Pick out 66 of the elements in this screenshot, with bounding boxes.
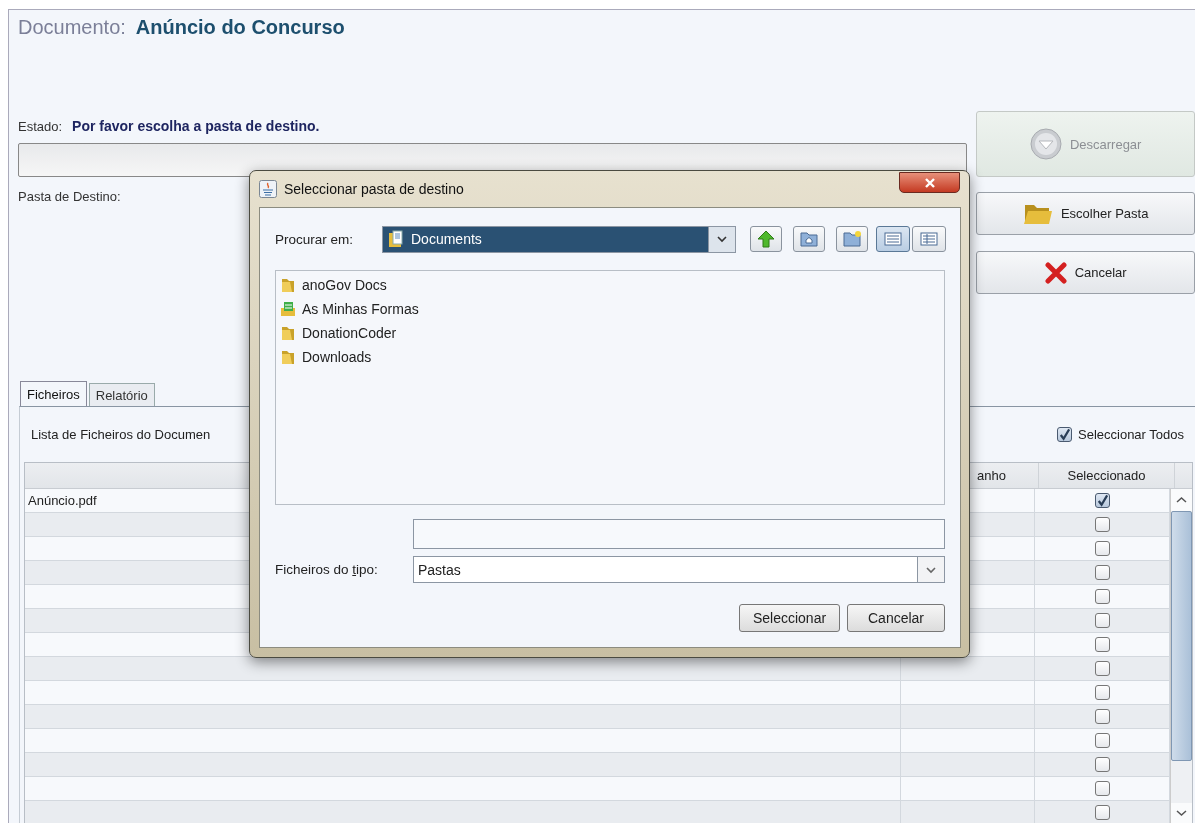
checkbox[interactable]: [1094, 805, 1110, 820]
checkbox[interactable]: [1094, 613, 1110, 628]
file-type-label: Ficheiros do tipo:: [275, 562, 379, 577]
java-icon: [259, 180, 277, 198]
checkbox[interactable]: [1094, 757, 1110, 772]
status-label: Estado:: [18, 119, 63, 134]
status-message: Por favor escolha a pasta de destino.: [72, 118, 320, 134]
cancel-button[interactable]: Cancelar: [976, 251, 1195, 294]
tab[interactable]: Ficheiros: [20, 381, 87, 406]
folder-item[interactable]: Downloads: [280, 345, 940, 369]
new-folder-button[interactable]: [836, 226, 868, 252]
scroll-thumb[interactable]: [1171, 511, 1192, 761]
folder-item[interactable]: As Minhas Formas: [280, 297, 940, 321]
select-button[interactable]: Seleccionar: [739, 604, 840, 632]
checkbox[interactable]: [1094, 709, 1110, 724]
checkbox[interactable]: [1094, 685, 1110, 700]
checkbox[interactable]: [1094, 541, 1110, 556]
checkbox[interactable]: [1094, 733, 1110, 748]
scroll-down-icon[interactable]: [1171, 803, 1192, 823]
details-view-button[interactable]: [912, 226, 946, 252]
close-icon: [1044, 261, 1067, 284]
up-arrow-icon: [756, 229, 776, 249]
documents-icon: [387, 230, 405, 248]
home-folder-icon: [799, 230, 819, 248]
home-button[interactable]: [793, 226, 825, 252]
destination-label: Pasta de Destino:: [18, 189, 121, 204]
look-in-label: Procurar em:: [275, 231, 355, 247]
choose-folder-button[interactable]: Escolher Pasta: [976, 192, 1195, 235]
look-in-dropdown[interactable]: Documents: [382, 225, 736, 253]
checkbox[interactable]: [1057, 427, 1072, 442]
form-folder-icon: [280, 301, 296, 317]
folder-name-field[interactable]: [413, 519, 945, 549]
document-label: Documento:: [18, 16, 126, 39]
checkbox[interactable]: [1094, 589, 1110, 604]
folder-icon: [280, 325, 296, 341]
cancel-button[interactable]: Cancelar: [847, 604, 945, 632]
checkbox[interactable]: [1094, 565, 1110, 580]
new-folder-icon: [842, 230, 862, 248]
download-icon: [1029, 128, 1062, 160]
dropdown-icon: [925, 565, 937, 574]
file-name: Anúncio.pdf: [28, 493, 97, 508]
up-folder-button[interactable]: [750, 226, 782, 252]
list-view-icon: [884, 232, 902, 246]
files-caption: Lista de Ficheiros do Documen: [31, 427, 211, 442]
scroll-up-icon[interactable]: [1171, 489, 1192, 511]
tab[interactable]: Relatório: [88, 383, 155, 406]
column-header: Seleccionado: [1039, 463, 1175, 488]
dialog-title: Seleccionar pasta de destino: [284, 181, 464, 197]
file-type-dropdown[interactable]: Pastas: [413, 556, 945, 583]
checkbox[interactable]: [1094, 661, 1110, 676]
checkbox[interactable]: [1094, 517, 1110, 532]
details-view-icon: [920, 232, 938, 246]
list-view-button[interactable]: [876, 226, 910, 252]
dropdown-icon: [716, 235, 728, 243]
select-all-label: Seleccionar Todos: [1078, 427, 1184, 442]
close-button[interactable]: [899, 172, 960, 193]
document-title: Anúncio do Concurso: [135, 16, 345, 39]
folder-icon: [280, 349, 296, 365]
folder-item[interactable]: DonationCoder: [280, 321, 940, 345]
checkbox[interactable]: [1094, 781, 1110, 796]
scrollbar[interactable]: [1170, 489, 1192, 823]
close-icon: [923, 176, 936, 189]
folder-icon: [280, 277, 296, 293]
checkbox[interactable]: [1094, 637, 1110, 652]
folder-item[interactable]: anoGov Docs: [280, 273, 940, 297]
checkbox[interactable]: [1094, 493, 1110, 508]
